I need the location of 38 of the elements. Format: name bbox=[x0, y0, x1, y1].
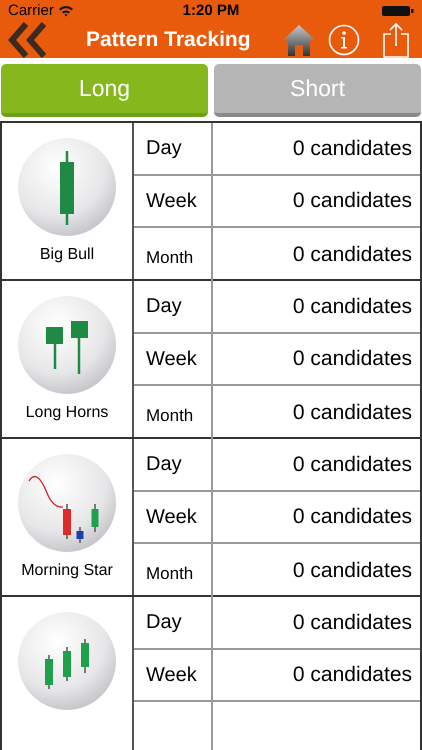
period-cell: Day bbox=[134, 281, 213, 332]
candidates-cell[interactable]: 0 candidates bbox=[213, 439, 420, 490]
period-cell: Day bbox=[134, 123, 213, 174]
share-icon[interactable] bbox=[382, 22, 410, 58]
home-icon[interactable] bbox=[282, 23, 316, 57]
period-cell: Month bbox=[134, 386, 213, 440]
period-cell: Week bbox=[134, 334, 213, 384]
screen-title: Pattern Tracking bbox=[86, 27, 251, 54]
candidates-cell[interactable]: 0 candidates bbox=[213, 386, 420, 440]
candidates-cell[interactable]: 0 candidates bbox=[213, 281, 420, 332]
wifi-icon bbox=[58, 5, 74, 17]
pattern-name: Morning Star bbox=[21, 561, 113, 581]
pattern-name: Long Horns bbox=[26, 403, 108, 423]
period-cell: Month bbox=[134, 544, 213, 598]
candlestick-sphere-icon bbox=[17, 611, 117, 711]
candlestick-sphere-icon bbox=[17, 295, 117, 395]
period-cell: Week bbox=[134, 492, 213, 542]
period-cell: Week bbox=[134, 176, 213, 226]
period-cell: Day bbox=[134, 597, 213, 648]
period-cell: Day bbox=[134, 439, 213, 490]
candidates-cell[interactable]: 0 candidates bbox=[213, 544, 420, 598]
period-cell: Week bbox=[134, 650, 213, 700]
battery-icon bbox=[382, 5, 414, 17]
clock-time: 1:20 PM bbox=[182, 0, 240, 21]
candlestick-sphere-icon bbox=[17, 137, 117, 237]
pattern-name: Big Bull bbox=[40, 245, 94, 265]
candidates-cell[interactable]: 0 candidates bbox=[213, 334, 420, 384]
candidates-cell[interactable]: 0 candidates bbox=[213, 123, 420, 174]
carrier-label: Carrier bbox=[8, 0, 54, 21]
double-chevron-left-icon[interactable] bbox=[8, 22, 48, 58]
candidates-cell[interactable]: 0 candidates bbox=[213, 492, 420, 542]
candidates-cell[interactable]: 0 candidates bbox=[213, 597, 420, 648]
candidates-cell[interactable]: 0 candidates bbox=[213, 650, 420, 700]
period-cell: Month bbox=[134, 228, 213, 282]
candidates-cell[interactable]: 0 candidates bbox=[213, 176, 420, 226]
candlestick-sphere-icon bbox=[17, 453, 117, 553]
info-icon[interactable] bbox=[328, 24, 360, 56]
candidates-cell[interactable]: 0 candidates bbox=[213, 228, 420, 282]
